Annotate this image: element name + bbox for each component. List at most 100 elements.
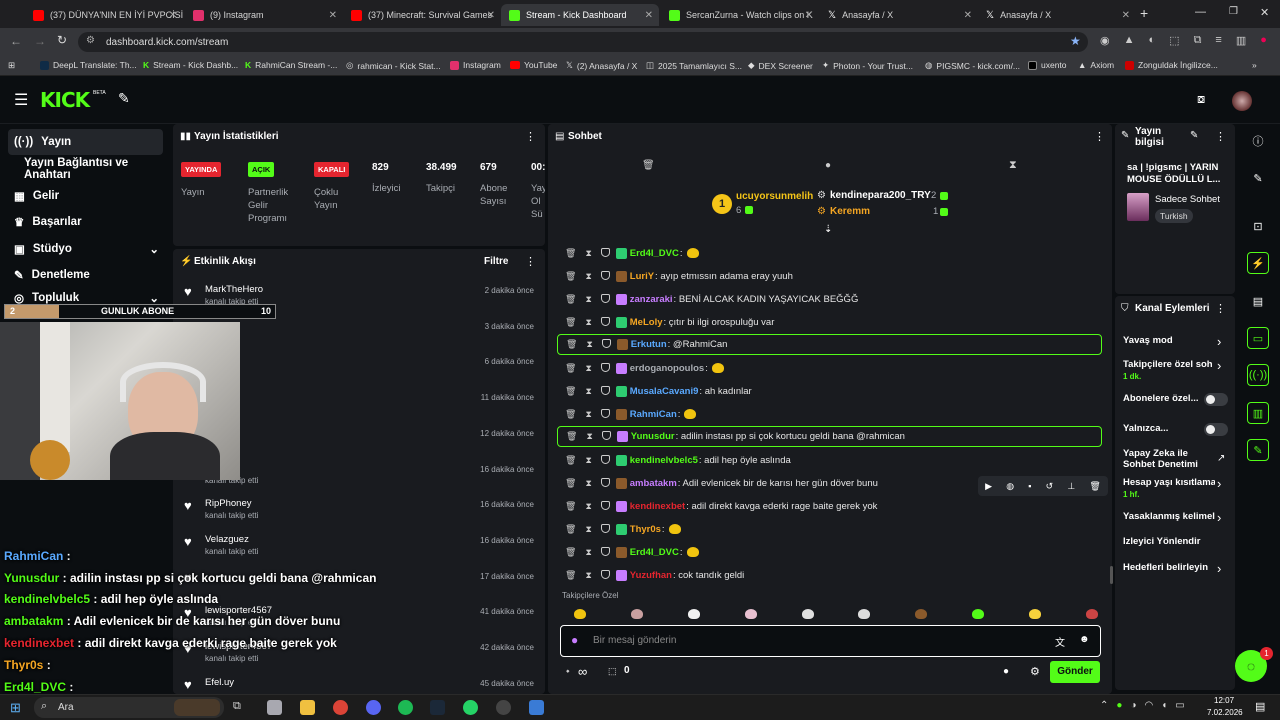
steam-icon[interactable] [430, 700, 445, 715]
chevron-right-icon[interactable]: › [1217, 476, 1221, 491]
chat-username[interactable]: LuriY [630, 271, 654, 282]
mod-shield-icon[interactable] [600, 270, 610, 280]
bookmark-item[interactable]: ▲ Axiom [1078, 60, 1114, 70]
more-options-icon[interactable]: ⋮ [1215, 302, 1226, 315]
close-icon[interactable]: ✕ [645, 10, 653, 21]
bolt-icon[interactable]: ⚡ [1247, 252, 1269, 274]
mod-shield-icon[interactable] [600, 293, 610, 303]
chat-username[interactable]: zanzaraki [630, 294, 673, 305]
toggle-switch[interactable] [1204, 423, 1228, 436]
bookmark-item[interactable]: ◫ 2025 Tamamlayıcı S... [646, 60, 742, 71]
hourglass-icon[interactable]: ⧗ [585, 547, 591, 558]
trash-icon[interactable]: 🗑 [565, 294, 576, 305]
hourglass-icon[interactable]: ⧗ [585, 294, 591, 305]
sidebar-icon[interactable]: ▥ [1236, 34, 1246, 47]
channel-action-label[interactable]: Yavaş mod [1123, 336, 1215, 347]
channel-action-label[interactable]: Hesap yaşı kısıtlama [1123, 478, 1215, 489]
sidebar-item-denetleme[interactable]: ✎ Denetleme [8, 262, 163, 288]
sidebar-item-basarilar[interactable]: ♛ Başarılar [8, 209, 163, 235]
mod-shield-icon[interactable] [600, 523, 610, 533]
more-options-icon[interactable]: ⋮ [525, 130, 536, 143]
site-info-icon[interactable]: ⚙ [86, 35, 95, 46]
bookmark-item[interactable]: ◍ PIGSMC - kick.com/... [925, 60, 1020, 71]
trash-icon[interactable]: 🗑 [566, 339, 577, 350]
trash-icon[interactable]: 🗑 [565, 317, 576, 328]
chat-message[interactable]: 🗑 ⧗ Thyr0s: [557, 518, 1102, 540]
channel-action-label[interactable]: Hedefleri belirleyin [1123, 563, 1215, 574]
event-user[interactable]: Efel.uy [205, 677, 234, 688]
pin-icon[interactable]: ✎ [118, 90, 130, 107]
bookmark-item[interactable]: ◆ DEX Screener [748, 60, 813, 71]
hourglass-icon[interactable]: ⧗ [585, 271, 591, 282]
chevron-up-icon[interactable]: ⌃ [1100, 700, 1108, 711]
chat-message[interactable]: 🗑 ⧗ Yuzufhan: cok tandık geldi [557, 564, 1102, 586]
bookmark-item[interactable]: K RahmiCan Stream -... [245, 60, 337, 70]
file-explorer-icon[interactable] [300, 700, 315, 715]
wifi-icon[interactable]: ◠ [1144, 700, 1153, 711]
forward-icon[interactable]: → [34, 34, 46, 48]
restore-icon[interactable]: ❐ [1229, 6, 1238, 17]
edit-icon[interactable]: ✎ [1190, 130, 1198, 141]
capture-icon[interactable]: ⊡ [1247, 215, 1269, 237]
emote-icon[interactable] [687, 609, 700, 619]
chat-input-placeholder[interactable]: Bir mesaj gönderin [593, 635, 676, 646]
chat-message[interactable]: 🗑 ⧗ Yunusdur: adilin instası pp si çok kor… [557, 426, 1102, 447]
send-button[interactable]: Gönder [1050, 661, 1100, 683]
toggle-switch[interactable] [1204, 393, 1228, 406]
media-icon[interactable]: ≡ [1215, 34, 1221, 47]
expand-icon[interactable]: ⇣ [824, 224, 832, 235]
mod-shield-icon[interactable] [600, 247, 610, 257]
pin-icon[interactable]: ⊥ [1067, 481, 1075, 492]
trash-icon[interactable]: 🗑 [565, 501, 576, 512]
chat-username[interactable]: Yuzufhan [630, 570, 672, 581]
browser-tab[interactable]: 𝕏 Anasayfa / X ✕ [820, 4, 978, 26]
chat-message[interactable]: 🗑 ⧗ kendinelvbelc5: adil hep öyle aslında [557, 449, 1102, 471]
spotify-icon[interactable] [398, 700, 413, 715]
trash-icon[interactable]: 🗑 [565, 547, 576, 558]
channel-action-label[interactable]: Yasaklanmış kelimel [1123, 512, 1215, 523]
chat-username[interactable]: kendinexbet [630, 501, 685, 512]
chat-username[interactable]: Erkutun [631, 339, 667, 350]
mod-shield-icon[interactable] [600, 362, 610, 372]
more-options-icon[interactable]: ⋮ [1094, 130, 1105, 143]
extension-icon[interactable]: ◉ [1100, 34, 1110, 47]
copy-icon[interactable]: ▪ [1028, 481, 1031, 491]
top-gifter-name[interactable]: ucuyorsunmelih [736, 191, 813, 202]
hourglass-icon[interactable]: ⧗ [1009, 159, 1017, 172]
trash-icon[interactable]: 🗑 [565, 363, 576, 374]
close-icon[interactable]: ✕ [487, 10, 495, 21]
hourglass-icon[interactable]: ⧗ [585, 386, 591, 397]
close-icon[interactable]: ✕ [964, 10, 972, 21]
chat-input-box[interactable]: ● Bir mesaj gönderin 文 ☻ [560, 625, 1101, 657]
hourglass-icon[interactable]: ⧗ [585, 363, 591, 374]
undo-icon[interactable]: ↺ [1046, 481, 1054, 492]
microphone-icon[interactable]: ● [571, 633, 578, 647]
chevron-right-icon[interactable]: › [1217, 334, 1221, 349]
chat-username[interactable]: MeLoly [630, 317, 663, 328]
browser-tab-active[interactable]: Stream - Kick Dashboard ✕ [501, 4, 659, 26]
window-close-icon[interactable]: ✕ [1260, 6, 1269, 19]
top-gifter-name[interactable]: kendinepara200_TRY [830, 190, 931, 201]
mod-shield-icon[interactable] [600, 500, 610, 510]
pencil-icon[interactable]: ✎ [1247, 167, 1269, 189]
camera-icon[interactable]: ⧇ [1197, 91, 1205, 107]
hourglass-icon[interactable]: ⧗ [586, 339, 592, 350]
tray-app-icon[interactable]: ◑ [1130, 700, 1136, 711]
bookmark-star-icon[interactable]: ★ [1070, 34, 1081, 48]
event-user[interactable]: Velazguez [205, 534, 249, 545]
clock-time[interactable]: 12:07 [1214, 696, 1234, 705]
sidebar-item-yayin[interactable]: ((·)) Yayın [8, 129, 163, 155]
trash-icon[interactable]: 🗑 [565, 248, 576, 259]
emoji-icon[interactable]: ☻ [1079, 634, 1090, 645]
minimize-icon[interactable]: — [1195, 6, 1206, 18]
chat-username[interactable]: RahmiCan [630, 409, 677, 420]
bookmark-item[interactable]: Zonguldak İngilizce... [1125, 60, 1218, 70]
emote-icon[interactable] [1029, 609, 1041, 619]
chat-message[interactable]: 🗑 ⧗ MusalaCavani9: ah kadınlar [557, 380, 1102, 402]
mod-shield-icon[interactable] [600, 546, 610, 556]
document-icon[interactable]: ▤ [1247, 290, 1269, 312]
chevron-right-icon[interactable]: › [1217, 510, 1221, 525]
chat-message[interactable]: 🗑 ⧗ zanzaraki: BENİ ALCAK KADIN YAŞAYICAK … [557, 288, 1102, 310]
browser-tab[interactable]: SercanZurna - Watch clips on K ✕ [661, 4, 819, 26]
trash-icon[interactable]: 🗑 [565, 455, 576, 466]
